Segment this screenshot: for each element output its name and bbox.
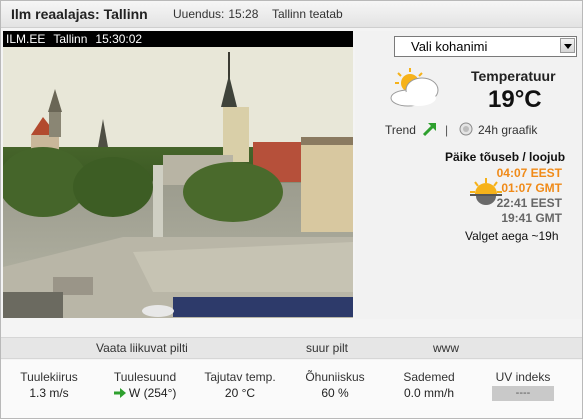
temperature-value: 19°C [488, 86, 542, 113]
weather-panel: Vali kohanimi Temperatuur 19°C Trend | 2… [355, 31, 582, 319]
stat-label: Sademed [403, 370, 455, 384]
uv-index-bar: ---- [492, 386, 554, 401]
graph-24h-link[interactable]: 24h graafik [478, 123, 537, 137]
webcam-image[interactable]: ILM.EE Tallinn 15:30:02 [3, 31, 353, 318]
webcam-source: ILM.EE [6, 32, 46, 46]
header-bar: Ilm reaalajas: Tallinn Uuendus: 15:28 Tal… [1, 1, 582, 28]
graph-icon[interactable] [459, 122, 473, 136]
webcam-city: Tallinn [53, 32, 88, 46]
sunset-eest: 22:41 EEST [496, 196, 562, 210]
trend-up-arrow-icon [422, 123, 436, 137]
stat-label: Tajutav temp. [204, 370, 276, 384]
sun-title: Päike tõuseb / loojub [445, 150, 566, 164]
webcam-time: 15:30:02 [95, 32, 143, 46]
chevron-down-icon[interactable] [560, 38, 575, 53]
trend-label: Trend [385, 123, 416, 137]
stat-value: W (254°) [128, 386, 177, 400]
stat-label: UV indeks [495, 370, 551, 384]
location-select-value: Vali kohanimi [411, 39, 488, 54]
temperature-label: Temperatuur [471, 68, 556, 84]
moving-picture-link[interactable]: Vaata liikuvat pilti [96, 341, 188, 355]
partly-cloudy-icon [390, 68, 439, 107]
stat-label: Tuulekiirus [20, 370, 78, 384]
stat-uv-index: UV indeks ---- [491, 370, 555, 401]
stat-value: 1.3 m/s [29, 386, 69, 400]
city-report-link[interactable]: Tallinn teatab [272, 7, 343, 21]
stat-feels-like: Tajutav temp. 20 °C [201, 370, 279, 400]
stat-value: 60 % [321, 386, 349, 400]
www-link[interactable]: www [433, 341, 459, 355]
stat-value: 20 °C [224, 386, 256, 400]
stat-humidity: Õhuniiskus 60 % [303, 370, 367, 400]
webcam-scene [3, 47, 353, 318]
stats-row: Tuulekiirus 1.3 m/s Tuulesuund W (254°) … [1, 360, 582, 418]
stat-value: 0.0 mm/h [403, 386, 454, 400]
stat-precipitation: Sademed 0.0 mm/h [397, 370, 461, 400]
links-bar: Vaata liikuvat pilti suur pilt www [1, 337, 582, 359]
wind-direction-arrow-icon [113, 388, 126, 398]
stat-value-row: W (254°) [109, 386, 181, 400]
update-time: 15:28 [228, 7, 259, 21]
weather-widget: Ilm reaalajas: Tallinn Uuendus: 15:28 Tal… [0, 0, 583, 419]
stat-wind-speed: Tuulekiirus 1.3 m/s [17, 370, 81, 400]
stat-label: Tuulesuund [113, 370, 177, 384]
stat-label: Õhuniiskus [305, 370, 365, 384]
stat-wind-direction: Tuulesuund W (254°) [109, 370, 181, 400]
location-select[interactable]: Vali kohanimi [394, 36, 577, 57]
sunrise-gmt: 01:07 GMT [501, 181, 562, 195]
daylight-duration: Valget aega ~19h [465, 229, 559, 243]
sunrise-eest: 04:07 EEST [496, 166, 562, 180]
page-title: Ilm reaalajas: Tallinn [11, 6, 148, 22]
update-info: Uuendus: 15:28 [169, 7, 258, 21]
webcam-caption: ILM.EE Tallinn 15:30:02 [3, 31, 353, 47]
update-label: Uuendus: [173, 7, 225, 21]
separator: | [445, 123, 449, 137]
large-picture-link[interactable]: suur pilt [306, 341, 348, 355]
sunset-gmt: 19:41 GMT [501, 211, 562, 225]
